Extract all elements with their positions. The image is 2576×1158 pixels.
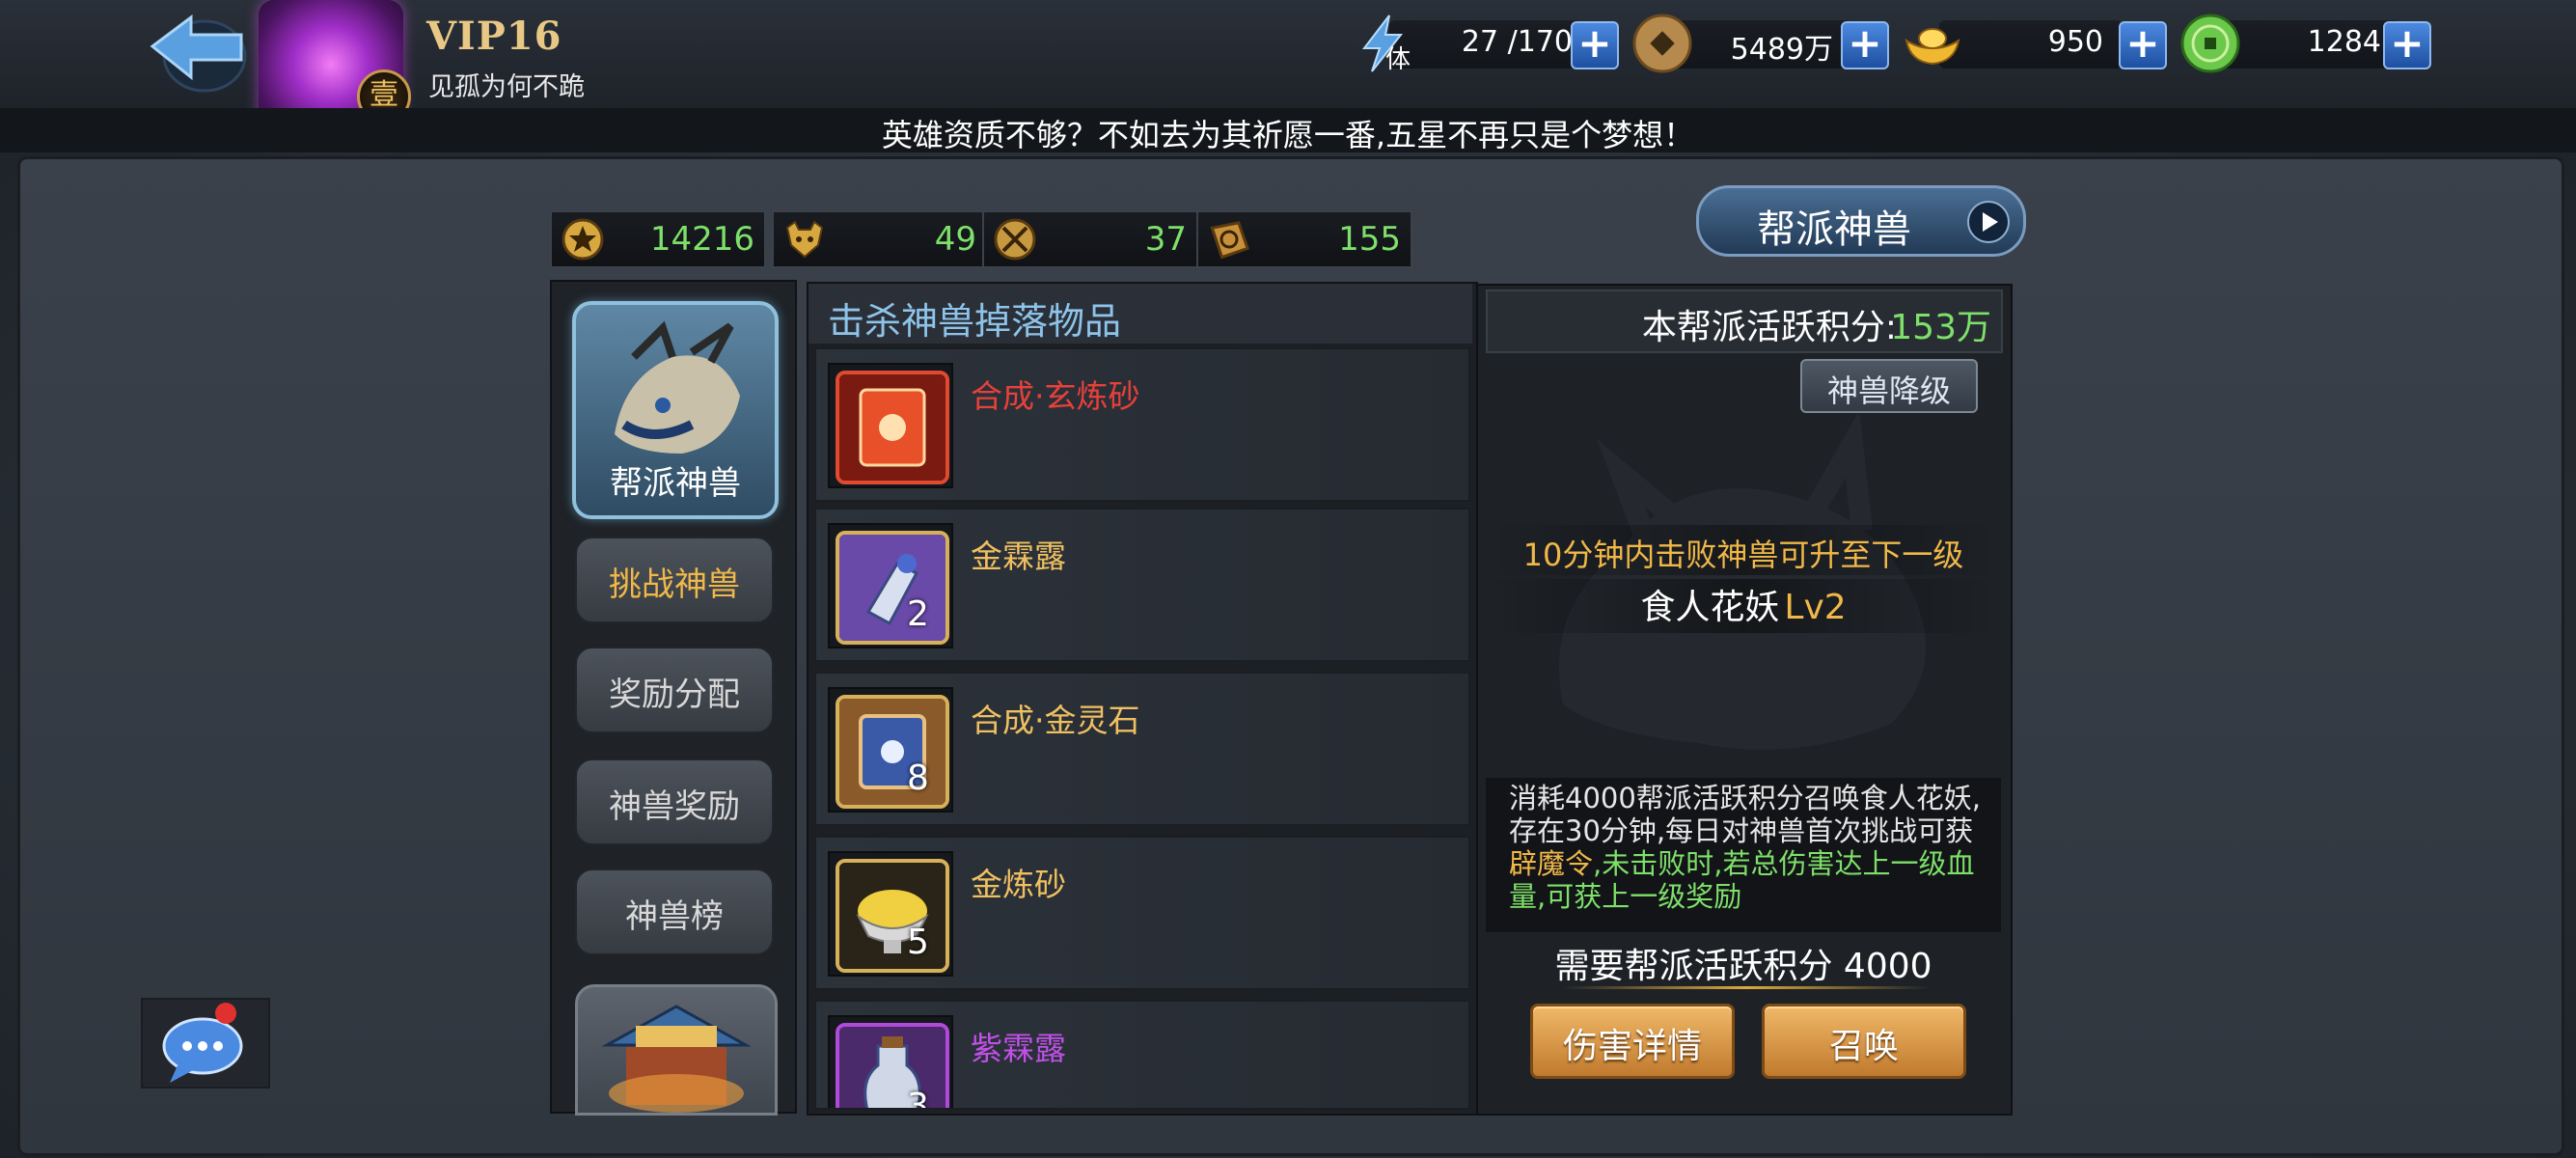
nav-beast-ranking[interactable]: 神兽榜 [575,868,774,955]
divider [1563,986,1930,989]
damage-details-label: 伤害详情 [1562,1027,1702,1066]
nav-beast-ranking-label: 神兽榜 [625,897,724,936]
beast-name-bar: 食人花妖 Lv2 [1486,579,2001,633]
guild-beast-header-button[interactable]: 帮派神兽 [1696,185,2026,257]
nav-beast-rewards-label: 神兽奖励 [609,787,740,826]
stat-value: 155 [1338,220,1401,259]
ingots-add-button[interactable]: + [2119,21,2167,69]
desc-part: 消耗4000帮派活跃积分召唤食人花妖,存在30分钟,每日对神兽首次挑战可获 [1509,782,1982,847]
potion-bottle-icon [836,531,949,645]
chat-button[interactable] [141,998,270,1089]
nav-pavilion[interactable] [575,984,778,1116]
crossed-swords-icon [994,218,1036,261]
stat-value: 49 [934,220,976,259]
beast-level: Lv2 [1784,588,1847,627]
upgrade-hint-text: 10分钟内击败神兽可升至下一级 [1522,537,1964,573]
coins-value: 5489万 [1730,33,1833,67]
stat-value: 37 [1144,220,1187,259]
stamina-lightning-icon: 体 [1361,14,1411,73]
nav-challenge-beast[interactable]: 挑战神兽 [575,537,774,623]
upgrade-hint: 10分钟内击败神兽可升至下一级 [1486,525,2001,575]
gold-ingot-icon [1905,28,1960,66]
player-name: 见孤为何不跪 [428,72,585,102]
item-name: 紫霖露 [971,1030,1066,1067]
nav-guild-beast[interactable]: 帮派神兽 [572,301,779,519]
dragon-portrait-icon [615,320,740,454]
announcement-text: 英雄资质不够？不如去为其祈愿一番,五星不再只是个梦想！ [881,117,1695,153]
item-name: 金霖露 [971,538,1066,575]
guild-score-label: 本帮派活跃积分: [1641,308,1897,347]
downgrade-beast-button[interactable]: 神兽降级 [1800,359,1978,413]
jade-coin-icon [2180,14,2240,73]
summon-button[interactable]: 召唤 [1762,1004,1966,1079]
star-medal-icon [562,218,604,261]
item-count: 2 [907,594,929,634]
stat-guild-contribution: 14216 [550,210,766,268]
drops-title-bar: 击杀神兽掉落物品 [808,284,1472,344]
blue-scroll-icon [836,695,949,809]
copper-coin-icon [1632,14,1692,73]
stamina-value: 27 /170 [1461,25,1573,59]
announcement-bar: 英雄资质不够？不如去为其祈愿一番,五星不再只是个梦想！ [0,108,2576,153]
gold-sand-bowl-icon [836,859,949,973]
jade-resource: 1284 + [2179,12,2439,75]
nav-beast-rewards[interactable]: 神兽奖励 [575,758,774,845]
drops-title: 击杀神兽掉落物品 [828,300,1122,343]
svg-text:体: 体 [1385,44,1411,73]
item-count: 8 [907,758,929,798]
back-arrow-icon[interactable] [145,8,251,95]
item-count: 5 [907,923,929,962]
red-scroll-icon [836,371,949,484]
beast-name: 食人花妖 [1640,588,1780,627]
stamina-resource: 体 27 /170 + [1351,12,1631,75]
jade-value: 1284 [2307,25,2381,59]
required-score: 需要帮派活跃积分 4000 [1554,947,1932,986]
vip-level: VIP16 [426,14,562,59]
ingots-value: 950 [2047,25,2103,59]
beast-mask-icon [785,220,824,259]
token-icon [1210,221,1249,260]
drop-item[interactable]: 合成·玄炼砂 [814,347,1470,502]
pavilion-icon [601,1005,752,1113]
guild-beast-header-label: 帮派神兽 [1757,207,1911,252]
downgrade-beast-label: 神兽降级 [1826,372,1951,409]
nav-reward-distribution-label: 奖励分配 [609,676,740,714]
desc-highlight: 辟魔令 [1509,847,1594,880]
stat-crossed-swords: 37 [982,210,1198,268]
drop-item[interactable]: 3 紫霖露 [814,1000,1470,1110]
nav-challenge-beast-label: 挑战神兽 [609,565,740,604]
coins-resource: 5489万 + [1631,12,1891,75]
summon-label: 召唤 [1828,1027,1899,1066]
item-name: 合成·玄炼砂 [971,377,1140,415]
beast-description-text: 消耗4000帮派活跃积分召唤食人花妖,存在30分钟,每日对神兽首次挑战可获辟魔令… [1509,782,1982,913]
damage-details-button[interactable]: 伤害详情 [1530,1004,1735,1079]
nav-guild-beast-label: 帮派神兽 [610,464,741,503]
stat-beast-head: 49 [772,210,988,268]
play-arrow-icon [1967,201,2010,243]
drop-item[interactable]: 5 金炼砂 [814,836,1470,990]
coins-add-button[interactable]: + [1841,21,1889,69]
stat-token: 155 [1196,210,1412,268]
stat-value: 14216 [649,220,754,259]
guild-score-bar: 本帮派活跃积分: 153万 [1486,290,2003,353]
item-name: 金炼砂 [971,866,1066,903]
stamina-add-button[interactable]: + [1571,21,1619,69]
drop-item[interactable]: 8 合成·金灵石 [814,672,1470,826]
item-count: 3 [907,1087,929,1110]
nav-reward-distribution[interactable]: 奖励分配 [575,647,774,733]
chat-bubble-icon [162,1003,243,1083]
drop-item[interactable]: 2 金霖露 [814,508,1470,662]
jade-add-button[interactable]: + [2383,21,2431,69]
beast-description: 消耗4000帮派活跃积分召唤食人花妖,存在30分钟,每日对神兽首次挑战可获辟魔令… [1486,778,2001,932]
item-name: 合成·金灵石 [971,702,1140,739]
guild-score-value: 153万 [1890,308,1991,347]
purple-potion-icon [836,1023,949,1108]
ingots-resource: 950 + [1901,12,2167,75]
